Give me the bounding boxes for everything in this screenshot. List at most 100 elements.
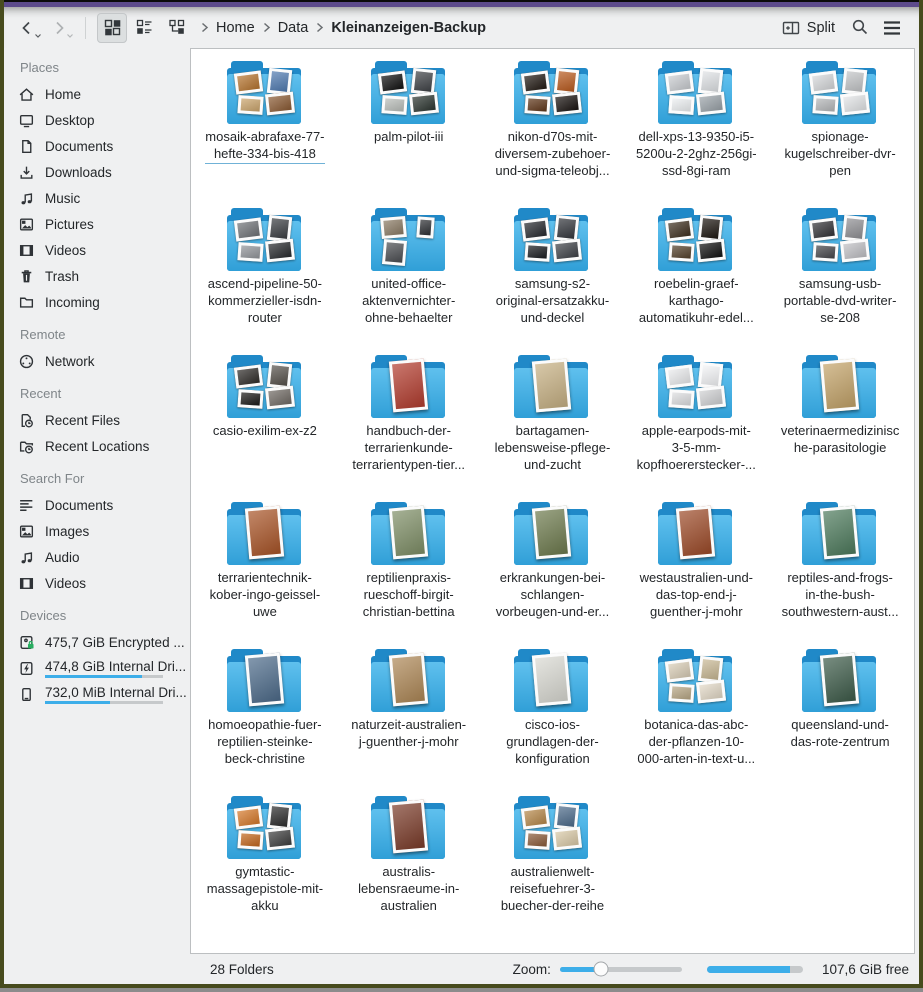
zoom-slider-handle[interactable] xyxy=(594,962,609,977)
sidebar-item-recent-locations[interactable]: Recent Locations xyxy=(18,433,190,459)
folder-item[interactable]: handbuch-der-terrarienkunde-terrarientyp… xyxy=(337,355,481,502)
folder-item[interactable]: reptiles-and-frogs-in-the-bush-southwest… xyxy=(768,502,912,649)
photo-thumbnail xyxy=(265,386,295,410)
split-button[interactable]: Split xyxy=(774,13,843,43)
network-icon xyxy=(18,353,35,370)
sidebar-item-videos[interactable]: Videos xyxy=(18,237,190,263)
folder-item[interactable]: mosaik-abrafaxe-77-hefte-334-bis-418 xyxy=(193,61,337,208)
sidebar-item-search-images[interactable]: Images xyxy=(18,518,190,544)
sidebar-item-device-internal-1[interactable]: 474,8 GiB Internal Dri... xyxy=(18,655,190,681)
sidebar-section-header: Devices xyxy=(20,608,190,623)
doc-lines-icon xyxy=(18,497,35,514)
folder-item[interactable]: queensland-und-das-rote-zentrum xyxy=(768,649,912,796)
folder-item[interactable]: palm-pilot-iii xyxy=(337,61,481,208)
folder-icon xyxy=(513,61,591,125)
folder-item[interactable]: bartagamen-lebensweise-pflege-und-zucht xyxy=(481,355,625,502)
zoom-slider[interactable] xyxy=(560,967,682,972)
sidebar-item-desktop[interactable]: Desktop xyxy=(18,107,190,133)
sidebar-item-incoming[interactable]: Incoming xyxy=(18,289,190,315)
photo-thumbnail xyxy=(676,506,715,560)
zoom-label: Zoom: xyxy=(513,962,551,977)
sidebar-item-label: 474,8 GiB Internal Dri... xyxy=(45,659,186,674)
music-icon xyxy=(18,549,35,566)
sidebar-item-trash[interactable]: Trash xyxy=(18,263,190,289)
folder-item[interactable]: ascend-pipeline-50-kommerzieller-isdn-ro… xyxy=(193,208,337,355)
back-button[interactable] xyxy=(12,13,42,43)
menu-button[interactable] xyxy=(877,13,907,43)
folder-item[interactable]: nikon-d70s-mit-diversem-zubehoer-und-sig… xyxy=(481,61,625,208)
photo-thumbnail xyxy=(389,800,428,854)
folder-item[interactable]: westaustralien-und-das-top-end-j-guenthe… xyxy=(624,502,768,649)
folder-item[interactable]: united-office-aktenvernichter-ohne-behae… xyxy=(337,208,481,355)
folder-item[interactable]: terrarientechnik-kober-ingo-geissel-uwe xyxy=(193,502,337,649)
tree-view-icon xyxy=(168,19,185,36)
folder-item[interactable]: homoeopathie-fuer-reptilien-steinke-beck… xyxy=(193,649,337,796)
folder-item[interactable]: botanica-das-abc-der-pflanzen-10-000-art… xyxy=(624,649,768,796)
folder-item[interactable]: australienwelt-reisefuehrer-3-buecher-de… xyxy=(481,796,625,943)
image-icon xyxy=(18,523,35,540)
folder-item[interactable]: samsung-s2-original-ersatzakku-und-decke… xyxy=(481,208,625,355)
breadcrumb-chevron-icon xyxy=(199,22,210,33)
sidebar-item-search-audio[interactable]: Audio xyxy=(18,544,190,570)
breadcrumb-item[interactable]: Kleinanzeigen-Backup xyxy=(328,20,489,36)
photo-thumbnail xyxy=(669,683,695,703)
folder-item[interactable]: australis-lebensraeume-in-australien xyxy=(337,796,481,943)
photo-thumbnail xyxy=(378,70,407,94)
folder-icon xyxy=(801,502,879,566)
sidebar-item-label: Audio xyxy=(45,550,80,565)
sidebar-item-pictures[interactable]: Pictures xyxy=(18,211,190,237)
view-details-button[interactable] xyxy=(129,13,159,43)
folder-name: handbuch-der-terrarienkunde-terrarientyp… xyxy=(352,422,465,473)
music-icon xyxy=(18,190,35,207)
folder-icon xyxy=(370,796,448,860)
folder-item[interactable]: erkrankungen-bei-schlangen-vorbeugen-und… xyxy=(481,502,625,649)
folder-icon xyxy=(657,355,735,419)
folder-item[interactable]: naturzeit-australien-j-guenther-j-mohr xyxy=(337,649,481,796)
folder-item[interactable]: veterinaermedizinische-parasitologie xyxy=(768,355,912,502)
sidebar-item-search-videos[interactable]: Videos xyxy=(18,570,190,596)
folder-item[interactable]: cisco-ios-grundlagen-der-konfiguration xyxy=(481,649,625,796)
folder-item[interactable]: samsung-usb-portable-dvd-writer-se-208 xyxy=(768,208,912,355)
split-button-label: Split xyxy=(807,20,835,36)
sidebar-item-home[interactable]: Home xyxy=(18,81,190,107)
folder-item[interactable]: dell-xps-13-9350-i5-5200u-2-2ghz-256gi-s… xyxy=(624,61,768,208)
sidebar-section-header: Remote xyxy=(20,327,190,342)
search-button[interactable] xyxy=(845,13,875,43)
forward-button[interactable] xyxy=(44,13,74,43)
sidebar-item-recent-files[interactable]: Recent Files xyxy=(18,407,190,433)
folder-name: casio-exilim-ex-z2 xyxy=(213,422,317,439)
photo-thumbnail xyxy=(234,364,263,388)
folder-item[interactable]: reptilienpraxis-rueschoff-birgit-christi… xyxy=(337,502,481,649)
sidebar-item-network[interactable]: Network xyxy=(18,348,190,374)
folder-icon xyxy=(370,61,448,125)
sidebar-item-downloads[interactable]: Downloads xyxy=(18,159,190,185)
photo-thumbnail xyxy=(840,92,870,116)
drive-plain-icon xyxy=(18,686,35,703)
folder-view[interactable]: mosaik-abrafaxe-77-hefte-334-bis-418 palm… xyxy=(190,48,915,954)
folder-icon xyxy=(226,61,304,125)
sidebar-item-label: Incoming xyxy=(45,295,100,310)
folder-item[interactable]: spionage-kugelschreiber-dvr-pen xyxy=(768,61,912,208)
sidebar-section-header: Search For xyxy=(20,471,190,486)
breadcrumb-item[interactable]: Data xyxy=(275,20,312,36)
photo-thumbnail xyxy=(812,242,838,262)
sidebar-item-search-documents[interactable]: Documents xyxy=(18,492,190,518)
device-usage-bar xyxy=(45,675,163,678)
folder-item[interactable]: casio-exilim-ex-z2 xyxy=(193,355,337,502)
view-tree-button[interactable] xyxy=(161,13,191,43)
image-icon xyxy=(18,216,35,233)
view-icons-button[interactable] xyxy=(97,13,127,43)
sidebar-item-music[interactable]: Music xyxy=(18,185,190,211)
sidebar-item-device-encrypted[interactable]: 475,7 GiB Encrypted ... xyxy=(18,629,190,655)
folder-name: mosaik-abrafaxe-77-hefte-334-bis-418 xyxy=(205,128,324,164)
breadcrumb-item[interactable]: Home xyxy=(213,20,258,36)
sidebar-item-documents[interactable]: Documents xyxy=(18,133,190,159)
folder-name: gymtastic-massagepistole-mit-akku xyxy=(207,863,323,914)
breadcrumb: Home Data Kleinanzeigen-Backup xyxy=(199,20,489,36)
sidebar-item-label: Documents xyxy=(45,498,113,513)
folder-item[interactable]: apple-earpods-mit-3-5-mm-kopfhoerersteck… xyxy=(624,355,768,502)
sidebar-item-device-internal-2[interactable]: 732,0 MiB Internal Dri... xyxy=(18,681,190,707)
folder-item[interactable]: roebelin-graef-karthago-automatikuhr-ede… xyxy=(624,208,768,355)
folder-icon xyxy=(801,355,879,419)
folder-item[interactable]: gymtastic-massagepistole-mit-akku xyxy=(193,796,337,943)
